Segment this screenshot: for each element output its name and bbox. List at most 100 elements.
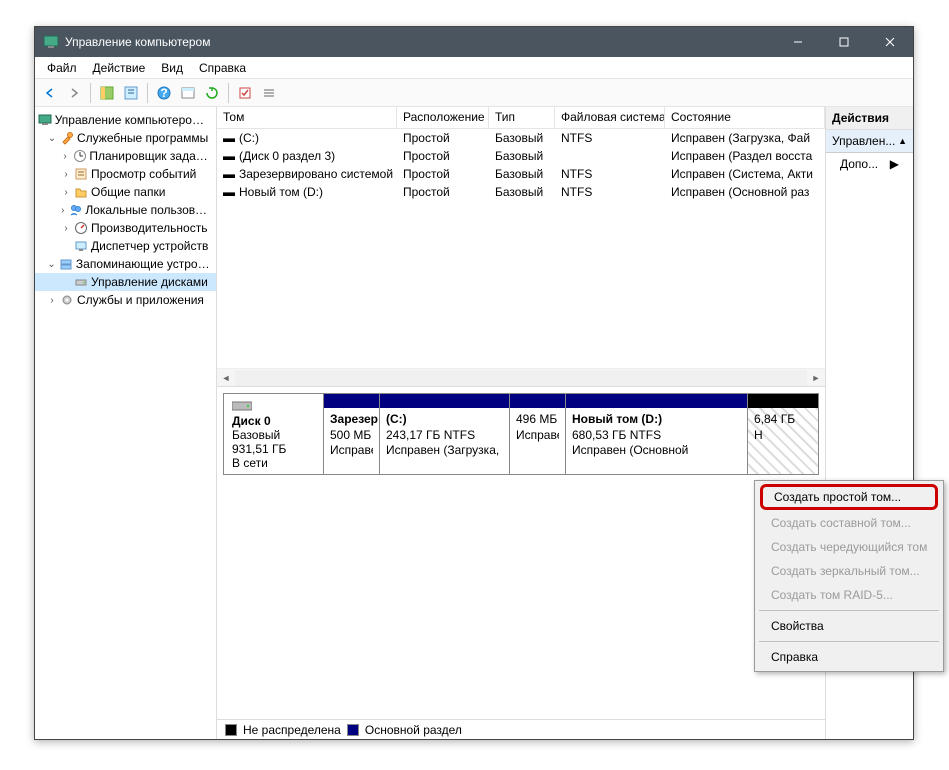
actions-main[interactable]: Управлен...▲: [826, 130, 913, 153]
menu-create-striped-volume: Создать чередующийся том: [757, 535, 941, 559]
minimize-button[interactable]: [775, 27, 821, 57]
tree-performance[interactable]: › Производительность: [35, 219, 216, 237]
properties-button[interactable]: [120, 82, 142, 104]
show-hide-tree-button[interactable]: [96, 82, 118, 104]
disk-map: Диск 0 Базовый 931,51 ГБ В сети Зарезер …: [217, 387, 825, 719]
tree-system-tools[interactable]: ⌄ Служебные программы: [35, 129, 216, 147]
menu-help[interactable]: Справка: [757, 645, 941, 669]
partition-color-bar: [510, 394, 565, 408]
folder-share-icon: [73, 184, 89, 200]
col-layout[interactable]: Расположение: [397, 107, 489, 128]
toolbar-separator: [147, 83, 148, 103]
users-icon: [69, 202, 83, 218]
app-icon: [43, 34, 59, 50]
legend-swatch-primary: [347, 724, 359, 736]
horizontal-scrollbar[interactable]: ◄ ►: [217, 368, 825, 386]
volume-row[interactable]: ▬(C:) Простой Базовый NTFS Исправен (Заг…: [217, 129, 825, 147]
tree-services[interactable]: › Службы и приложения: [35, 291, 216, 309]
expand-icon[interactable]: ›: [56, 205, 69, 216]
partition-color-bar: [748, 394, 818, 408]
volume-list[interactable]: Том Расположение Тип Файловая система Со…: [217, 107, 825, 387]
settings-button[interactable]: [234, 82, 256, 104]
disk-row[interactable]: Диск 0 Базовый 931,51 ГБ В сети Зарезер …: [223, 393, 819, 475]
partition-unallocated[interactable]: 6,84 ГБ Н: [748, 394, 818, 474]
window-title: Управление компьютером: [65, 35, 775, 49]
menu-help[interactable]: Справка: [191, 58, 254, 78]
list-view-button[interactable]: [258, 82, 280, 104]
volume-row[interactable]: ▬(Диск 0 раздел 3) Простой Базовый Испра…: [217, 147, 825, 165]
expand-icon[interactable]: ›: [59, 187, 73, 198]
refresh-button[interactable]: [201, 82, 223, 104]
tree-device-manager[interactable]: Диспетчер устройств: [35, 237, 216, 255]
disk-info[interactable]: Диск 0 Базовый 931,51 ГБ В сети: [224, 394, 324, 474]
tree-task-scheduler[interactable]: › Планировщик заданий: [35, 147, 216, 165]
nav-back-button[interactable]: [39, 82, 61, 104]
partition-color-bar: [324, 394, 379, 408]
hdd-icon: [232, 400, 315, 412]
nav-forward-button[interactable]: [63, 82, 85, 104]
legend-label-primary: Основной раздел: [365, 723, 462, 737]
collapse-arrow-icon: ▲: [898, 136, 907, 146]
menu-bar: Файл Действие Вид Справка: [35, 57, 913, 79]
view-options-button[interactable]: [177, 82, 199, 104]
maximize-button[interactable]: [821, 27, 867, 57]
legend-swatch-unallocated: [225, 724, 237, 736]
svg-text:?: ?: [160, 86, 167, 100]
detail-pane: Том Расположение Тип Файловая система Со…: [217, 107, 825, 739]
scroll-right-icon[interactable]: ►: [807, 373, 825, 383]
tree-storage[interactable]: ⌄ Запоминающие устройст: [35, 255, 216, 273]
menu-create-raid5-volume: Создать том RAID-5...: [757, 583, 941, 607]
list-header: Том Расположение Тип Файловая система Со…: [217, 107, 825, 129]
legend: Не распределена Основной раздел: [217, 719, 825, 739]
performance-icon: [73, 220, 89, 236]
partition-d[interactable]: Новый том (D:) 680,53 ГБ NTFS Исправен (…: [566, 394, 748, 474]
close-button[interactable]: [867, 27, 913, 57]
menu-file[interactable]: Файл: [39, 58, 85, 78]
list-body: ▬(C:) Простой Базовый NTFS Исправен (Заг…: [217, 129, 825, 368]
tree-disk-management[interactable]: Управление дисками: [35, 273, 216, 291]
navigation-tree[interactable]: Управление компьютером (л ⌄ Служебные пр…: [35, 107, 217, 739]
storage-icon: [58, 256, 74, 272]
collapse-icon[interactable]: ⌄: [45, 133, 59, 144]
col-status[interactable]: Состояние: [665, 107, 825, 128]
partition-c[interactable]: (C:) 243,17 ГБ NTFS Исправен (Загрузка,: [380, 394, 510, 474]
context-menu: Создать простой том... Создать составной…: [754, 480, 944, 672]
expand-icon[interactable]: ›: [59, 223, 73, 234]
log-icon: [73, 166, 89, 182]
scroll-left-icon[interactable]: ◄: [217, 373, 235, 383]
menu-view[interactable]: Вид: [153, 58, 191, 78]
tree-shared-folders[interactable]: › Общие папки: [35, 183, 216, 201]
disk-icon: [73, 274, 89, 290]
expand-icon[interactable]: ›: [58, 151, 72, 162]
collapse-icon[interactable]: ⌄: [45, 259, 59, 270]
disk-size: 931,51 ГБ: [232, 442, 315, 456]
clock-icon: [72, 148, 88, 164]
expand-icon[interactable]: ›: [59, 169, 73, 180]
gear-icon: [59, 292, 75, 308]
partition-reserved[interactable]: Зарезер 500 МБ N Исправе: [324, 394, 380, 474]
help-button[interactable]: ?: [153, 82, 175, 104]
drive-icon: ▬: [223, 131, 237, 145]
scroll-track[interactable]: [235, 370, 807, 386]
menu-separator: [759, 641, 939, 642]
col-filesystem[interactable]: Файловая система: [555, 107, 665, 128]
tree-local-users[interactable]: › Локальные пользователи: [35, 201, 216, 219]
tree-root[interactable]: Управление компьютером (л: [35, 111, 216, 129]
menu-action[interactable]: Действие: [85, 58, 154, 78]
window-controls: [775, 27, 913, 57]
volume-row[interactable]: ▬Зарезервировано системой Простой Базовы…: [217, 165, 825, 183]
disk-label: Диск 0: [232, 414, 315, 428]
disk-type: Базовый: [232, 428, 315, 442]
actions-more[interactable]: Допо...▶: [826, 153, 913, 175]
tree-event-viewer[interactable]: › Просмотр событий: [35, 165, 216, 183]
drive-icon: ▬: [223, 185, 237, 199]
menu-properties[interactable]: Свойства: [757, 614, 941, 638]
col-volume[interactable]: Том: [217, 107, 397, 128]
menu-create-simple-volume[interactable]: Создать простой том...: [760, 484, 938, 510]
partition-recovery[interactable]: 496 МБ Исправе: [510, 394, 566, 474]
expand-icon[interactable]: ›: [45, 295, 59, 306]
title-bar: Управление компьютером: [35, 27, 913, 57]
col-type[interactable]: Тип: [489, 107, 555, 128]
volume-row[interactable]: ▬Новый том (D:) Простой Базовый NTFS Исп…: [217, 183, 825, 201]
device-icon: [73, 238, 89, 254]
